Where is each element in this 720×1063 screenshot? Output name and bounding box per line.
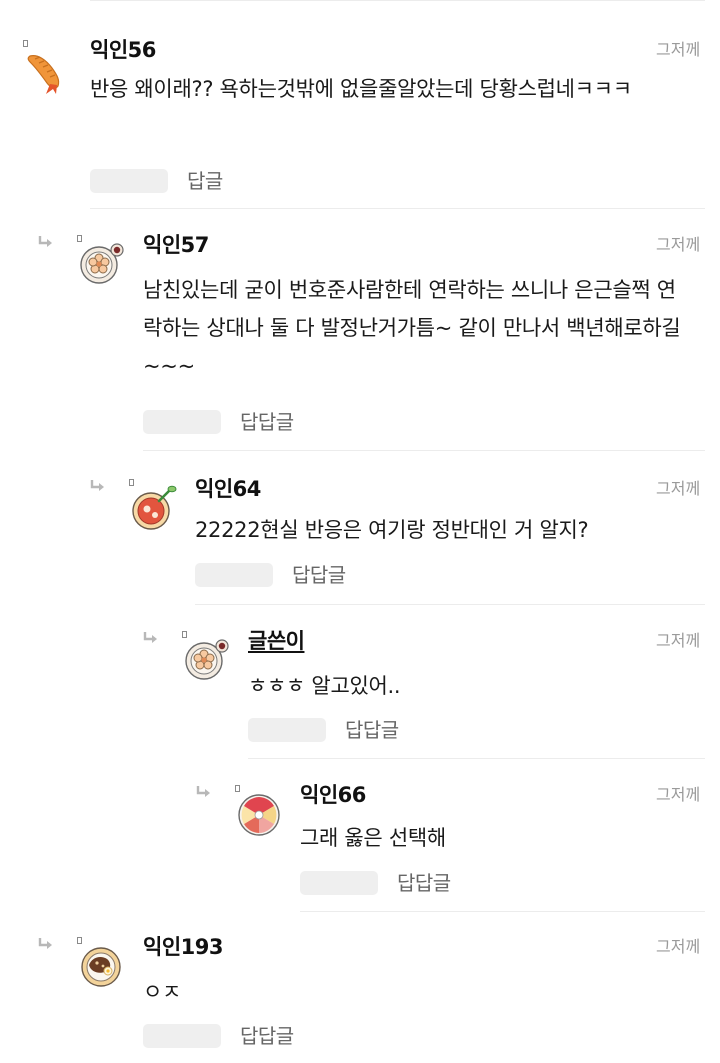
- curry-bowl-icon: [131, 485, 177, 531]
- reaction-pill[interactable]: [143, 1024, 221, 1048]
- comment-text: 그래 옳은 선택해: [300, 826, 446, 850]
- badge-marker: [23, 40, 28, 47]
- bibimbap-bowl-icon: [79, 943, 125, 989]
- reply-button[interactable]: 답답글: [240, 410, 294, 434]
- flower-dumpling-icon: [184, 637, 230, 683]
- author-nickname[interactable]: 글쓴이: [248, 627, 305, 655]
- comment-timestamp: 그저께: [656, 235, 701, 254]
- comment-nickname[interactable]: 익인56: [90, 36, 156, 64]
- reaction-pill[interactable]: [248, 718, 326, 742]
- comment-item: 글쓴이 그저께 ㅎㅎㅎ 알고있어.. 답답글: [0, 629, 720, 749]
- sushi-plate-icon: [236, 791, 282, 837]
- comment-divider: [248, 758, 705, 759]
- reply-arrow-icon: [38, 937, 54, 951]
- reply-button[interactable]: 답답글: [240, 1024, 294, 1048]
- comment-timestamp: 그저께: [656, 479, 701, 498]
- comment-divider: [300, 911, 705, 912]
- comment-item: 익인193 그저께 ㅇㅈ 답답글: [0, 935, 720, 1063]
- comment-divider: [143, 450, 705, 451]
- reply-arrow-icon: [143, 631, 159, 645]
- comment-divider: [195, 604, 705, 605]
- comment-text: ㅎㅎㅎ 알고있어..: [248, 674, 401, 698]
- comment-timestamp: 그저께: [656, 40, 701, 59]
- comment-text: ㅇㅈ: [143, 980, 182, 1004]
- reply-arrow-icon: [38, 235, 54, 249]
- comment-item: 익인57 그저께 남친있는데 굳이 번호준사람한테 연락하는 쓰니나 은근슬쩍 …: [0, 233, 720, 448]
- comment-nickname[interactable]: 익인193: [143, 933, 223, 961]
- comment-divider: [90, 208, 705, 209]
- comment-timestamp: 그저께: [656, 937, 701, 956]
- reply-button[interactable]: 답답글: [397, 871, 451, 895]
- comment-item: 익인66 그저께 그래 옳은 선택해 답답글: [0, 783, 720, 898]
- top-divider: [90, 0, 705, 1]
- comment-nickname[interactable]: 익인66: [300, 781, 366, 809]
- reply-button[interactable]: 답답글: [292, 563, 346, 587]
- comment-text: 남친있는데 굳이 번호준사람한테 연락하는 쓰니나 은근슬쩍 연락하는 상대나 …: [143, 278, 681, 378]
- shrimp-tempura-icon: [24, 50, 70, 96]
- reply-arrow-icon: [90, 479, 106, 493]
- comment-timestamp: 그저께: [656, 631, 701, 650]
- comment-timestamp: 그저께: [656, 785, 701, 804]
- comment-text: 22222현실 반응은 여기랑 정반대인 거 알지?: [195, 518, 589, 542]
- reply-button[interactable]: 답글: [187, 169, 223, 193]
- reaction-pill[interactable]: [90, 169, 168, 193]
- reply-arrow-icon: [196, 785, 212, 799]
- flower-dumpling-icon: [79, 241, 125, 287]
- reaction-pill[interactable]: [143, 410, 221, 434]
- comment-text: 반응 왜이래?? 욕하는것밖에 없을줄알았는데 당황스럽네ㅋㅋㅋ: [90, 77, 632, 101]
- reaction-pill[interactable]: [195, 563, 273, 587]
- reaction-pill[interactable]: [300, 871, 378, 895]
- comment-item: 익인64 그저께 22222현실 반응은 여기랑 정반대인 거 알지? 답답글: [0, 477, 720, 597]
- comment-item: 익인56 그저께 반응 왜이래?? 욕하는것밖에 없을줄알았는데 당황스럽네ㅋㅋ…: [0, 38, 720, 208]
- comment-nickname[interactable]: 익인57: [143, 231, 209, 259]
- reply-button[interactable]: 답답글: [345, 718, 399, 742]
- comment-nickname[interactable]: 익인64: [195, 475, 261, 503]
